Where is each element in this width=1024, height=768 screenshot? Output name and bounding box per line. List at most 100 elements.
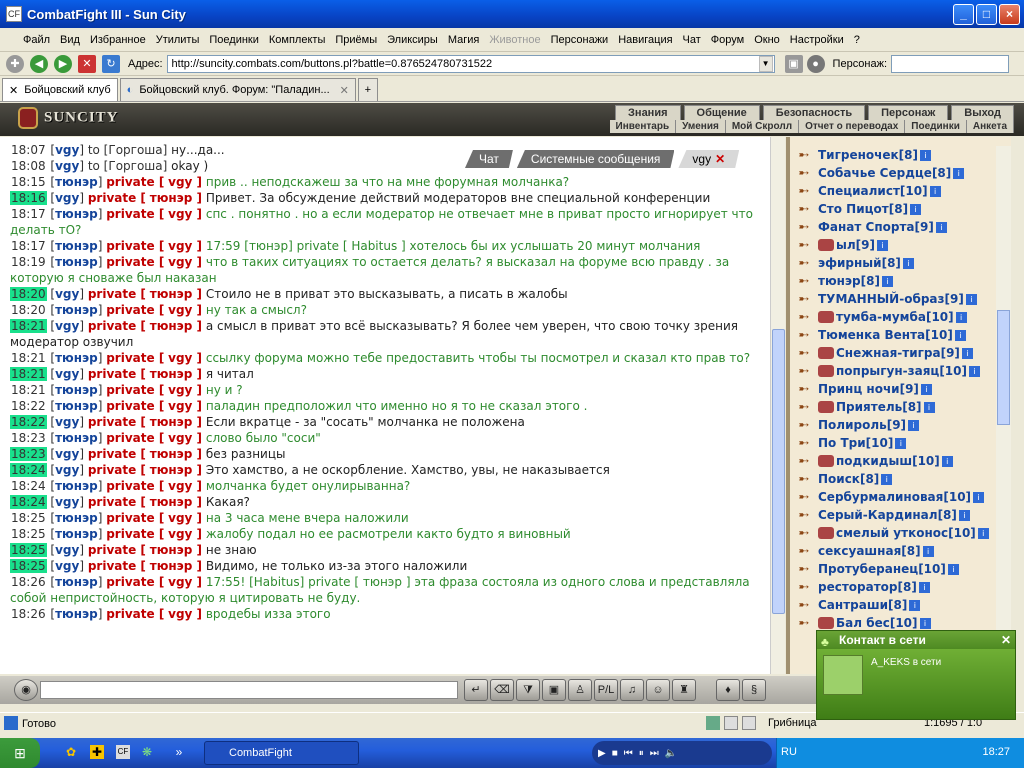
user-list-item[interactable]: ➸ Снежная-тигра [9] i xyxy=(790,344,990,362)
info-icon[interactable]: i xyxy=(876,239,888,251)
user-name[interactable]: попрыгун-заяц xyxy=(836,364,939,378)
info-icon[interactable]: i xyxy=(895,437,907,449)
info-icon[interactable]: i xyxy=(935,221,947,233)
chat-nick[interactable]: vgy xyxy=(55,319,79,333)
menu-forum[interactable]: Форум xyxy=(706,34,749,46)
user-name[interactable]: эфирный xyxy=(818,256,882,270)
menu-fights[interactable]: Поединки xyxy=(204,34,264,46)
info-icon[interactable]: i xyxy=(923,401,935,413)
user-list-item[interactable]: ➸ Сантраши [8] i xyxy=(790,596,990,614)
user-list-item[interactable]: ➸ Бал бес [10] i xyxy=(790,614,990,630)
info-icon[interactable]: i xyxy=(947,563,959,575)
private-arrow-icon[interactable]: ➸ xyxy=(790,544,818,559)
link-exit[interactable]: Выход xyxy=(951,105,1014,121)
info-icon[interactable]: i xyxy=(954,329,966,341)
language-indicator[interactable]: RU xyxy=(781,746,797,758)
user-list-item[interactable]: ➸ ресторатор [8] i xyxy=(790,578,990,596)
url-dropdown-icon[interactable]: ▼ xyxy=(758,55,773,72)
chat-nick[interactable]: vgy xyxy=(55,367,79,381)
link-skills[interactable]: Умения xyxy=(676,120,726,133)
user-list-item[interactable]: ➸ тюнэр [8] i xyxy=(790,272,990,290)
contact-online-toast[interactable]: ♣ Контакт в сети ✕ A_KEKS в сети xyxy=(816,630,1016,720)
scroll-thumb[interactable] xyxy=(997,310,1010,425)
stop-icon[interactable]: ✕ xyxy=(78,54,96,73)
cf-icon[interactable]: CF xyxy=(116,745,130,759)
user-list-item[interactable]: ➸ Принц ночи [9] i xyxy=(790,380,990,398)
info-icon[interactable]: i xyxy=(973,491,985,503)
user-list-item[interactable]: ➸ Сербурмалиновая [10] i xyxy=(790,488,990,506)
hat-icon[interactable]: ♜ xyxy=(672,679,696,701)
menu-techniques[interactable]: Приёмы xyxy=(330,34,382,46)
chat-nick[interactable]: тюнэр xyxy=(55,175,98,189)
scroll-thumb[interactable] xyxy=(772,329,785,614)
private-arrow-icon[interactable]: ➸ xyxy=(790,256,818,271)
menu-help[interactable]: ? xyxy=(849,34,865,46)
person-icon[interactable]: ● xyxy=(806,54,825,73)
chat-input[interactable] xyxy=(40,681,458,699)
user-name[interactable]: По Три xyxy=(818,436,866,450)
user-name[interactable]: Бал бес xyxy=(836,616,890,630)
user-name[interactable]: Фанат Спорта xyxy=(818,220,915,234)
chat-nick[interactable]: vgy xyxy=(55,495,79,509)
info-icon[interactable]: i xyxy=(881,473,893,485)
menu-chat[interactable]: Чат xyxy=(678,34,706,46)
user-name[interactable]: Собачье Сердце xyxy=(818,166,932,180)
eraser-icon[interactable]: ⌫ xyxy=(490,679,514,701)
info-icon[interactable]: i xyxy=(881,275,893,287)
user-list-item[interactable]: ➸ Собачье Сердце [8] i xyxy=(790,164,990,182)
menu-elixirs[interactable]: Эликсиры xyxy=(382,34,443,46)
user-list-item[interactable]: ➸ попрыгун-заяц [10] i xyxy=(790,362,990,380)
scroll-icon[interactable]: § xyxy=(742,679,766,701)
tab-chat[interactable]: Чат xyxy=(465,150,513,168)
info-icon[interactable]: i xyxy=(920,383,932,395)
user-list-item[interactable]: ➸ Серый-Кардинал [8] i xyxy=(790,506,990,524)
user-name[interactable]: Сантраши xyxy=(818,598,888,612)
link-security[interactable]: Безопасность xyxy=(762,105,866,121)
user-name[interactable]: сексуашная xyxy=(818,544,901,558)
filter-icon[interactable]: ⧩ xyxy=(516,679,540,701)
private-arrow-icon[interactable]: ➸ xyxy=(790,166,818,181)
user-name[interactable]: Сербурмалиновая xyxy=(818,490,943,504)
user-name[interactable]: Поиск xyxy=(818,472,860,486)
info-icon[interactable]: i xyxy=(909,599,921,611)
info-icon[interactable]: i xyxy=(968,365,980,377)
menu-settings[interactable]: Настройки xyxy=(785,34,849,46)
user-name[interactable]: Тюменка Вента xyxy=(818,328,925,342)
link-inventory[interactable]: Инвентарь xyxy=(609,120,677,133)
start-button[interactable]: ⊞ xyxy=(0,738,40,768)
private-arrow-icon[interactable]: ➸ xyxy=(790,238,818,253)
user-name[interactable]: Серый-Кардинал xyxy=(818,508,938,522)
link-fights[interactable]: Поединки xyxy=(905,120,967,133)
info-icon[interactable]: i xyxy=(955,311,967,323)
volume-icon[interactable]: 🔈 xyxy=(665,748,677,759)
tab-system-messages[interactable]: Системные сообщения xyxy=(517,150,675,168)
person-select[interactable] xyxy=(891,54,1010,73)
private-arrow-icon[interactable]: ➸ xyxy=(790,562,818,577)
chat-nick[interactable]: vgy xyxy=(55,447,79,461)
info-icon[interactable]: i xyxy=(965,293,977,305)
user-list-item[interactable]: ➸ Поиск [8] i xyxy=(790,470,990,488)
info-icon[interactable]: i xyxy=(922,545,934,557)
chat-nick[interactable]: тюнэр xyxy=(55,527,98,541)
forward-icon[interactable]: ▶ xyxy=(54,54,72,73)
chat-nick[interactable]: тюнэр xyxy=(55,207,98,221)
chat-nick[interactable]: vgy xyxy=(55,159,79,173)
private-arrow-icon[interactable]: ➸ xyxy=(790,436,818,451)
info-icon[interactable]: i xyxy=(908,419,920,431)
info-icon[interactable]: i xyxy=(961,347,973,359)
user-name[interactable]: Полироль xyxy=(818,418,887,432)
link-knowledge[interactable]: Знания xyxy=(615,105,681,121)
chat-nick[interactable]: vgy xyxy=(55,463,79,477)
taskbar-item-combatfight[interactable]: CombatFight xyxy=(204,741,359,765)
private-arrow-icon[interactable]: ➸ xyxy=(790,472,818,487)
user-name[interactable]: Специалист xyxy=(818,184,900,198)
private-arrow-icon[interactable]: ➸ xyxy=(790,292,818,307)
person-icon[interactable]: ♙ xyxy=(568,679,592,701)
menu-characters[interactable]: Персонажи xyxy=(546,34,614,46)
private-arrow-icon[interactable]: ➸ xyxy=(790,526,818,541)
stop-icon[interactable]: ■ xyxy=(612,748,618,759)
close-tab-icon[interactable]: ✕ xyxy=(9,84,18,97)
chat-nick[interactable]: vgy xyxy=(55,415,79,429)
chat-nick[interactable]: vgy xyxy=(55,287,79,301)
menu-view[interactable]: Вид xyxy=(55,34,85,46)
